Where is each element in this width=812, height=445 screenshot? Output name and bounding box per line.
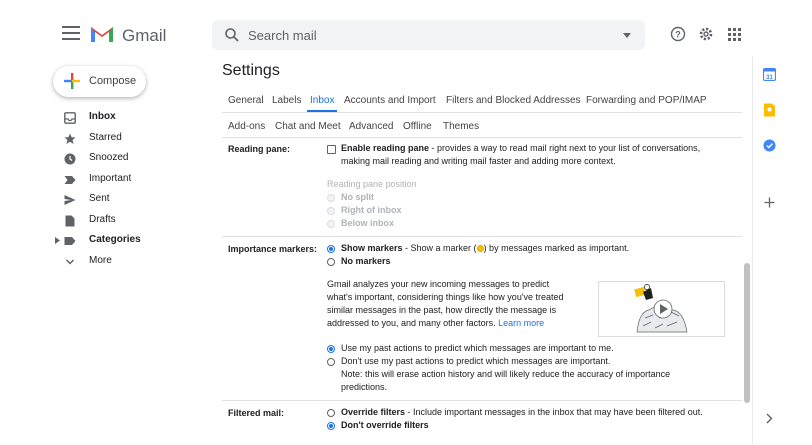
svg-text:?: ? bbox=[675, 30, 681, 40]
no-markers-label: No markers bbox=[341, 256, 391, 266]
right-of-inbox-radio[interactable] bbox=[327, 207, 335, 215]
divider bbox=[222, 400, 742, 401]
chevron-down-icon bbox=[65, 259, 75, 265]
sidebar-item-sent[interactable]: Sent bbox=[56, 191, 206, 209]
sidebar-item-more[interactable]: More bbox=[56, 253, 206, 271]
help-icon[interactable]: ? bbox=[670, 26, 686, 42]
tab-filters-and-blocked-addresses[interactable]: Filters and Blocked Addresses bbox=[446, 95, 581, 106]
dont-use-past-actions-label: Don't use my past actions to predict whi… bbox=[341, 356, 611, 366]
sidebar-item-label: More bbox=[89, 255, 112, 266]
importance-marker-icon bbox=[476, 245, 484, 252]
right-of-inbox-label: Right of inbox bbox=[341, 205, 402, 215]
use-past-actions-radio[interactable] bbox=[327, 345, 335, 353]
calendar-icon[interactable]: 31 bbox=[763, 68, 776, 81]
scrollbar-thumb[interactable] bbox=[744, 263, 750, 403]
tab-labels[interactable]: Labels bbox=[272, 95, 301, 106]
plus-icon bbox=[64, 73, 80, 89]
dont-use-past-actions-radio[interactable] bbox=[327, 358, 335, 366]
compose-label: Compose bbox=[89, 75, 137, 87]
dont-override-filters-label: Don't override filters bbox=[341, 420, 429, 430]
chevron-right-icon[interactable] bbox=[766, 413, 773, 424]
video-illustration-icon bbox=[634, 284, 688, 333]
importance-info-line: Gmail analyzes your new incoming message… bbox=[327, 279, 550, 289]
sidebar-item-label: Drafts bbox=[89, 214, 116, 225]
erase-history-note: Note: this will erase action history and… bbox=[341, 369, 671, 379]
sidebar-item-drafts[interactable]: Drafts bbox=[56, 212, 206, 230]
tab-chat-and-meet[interactable]: Chat and Meet bbox=[275, 121, 341, 132]
importance-video-thumbnail[interactable] bbox=[598, 281, 725, 337]
show-markers-text: Show markers - Show a marker () by messa… bbox=[341, 243, 630, 253]
sidebar-item-label: Snoozed bbox=[89, 152, 129, 163]
no-split-radio[interactable] bbox=[327, 194, 335, 202]
keep-icon[interactable] bbox=[763, 103, 776, 117]
importance-info-line: what's important, considering things lik… bbox=[327, 292, 564, 302]
label-icon bbox=[64, 237, 76, 245]
importance-markers-label: Importance markers: bbox=[228, 244, 318, 254]
no-split-label: No split bbox=[341, 192, 374, 202]
sidebar-item-inbox[interactable]: Inbox bbox=[56, 109, 206, 127]
use-past-actions-label: Use my past actions to predict which mes… bbox=[341, 343, 614, 353]
search-options-icon[interactable] bbox=[623, 33, 631, 38]
tab-general[interactable]: General bbox=[228, 95, 264, 106]
tab-add-ons[interactable]: Add-ons bbox=[228, 121, 265, 132]
star-icon bbox=[64, 133, 76, 144]
sidebar-item-snoozed[interactable]: Snoozed bbox=[56, 150, 206, 168]
expand-arrow-icon[interactable] bbox=[55, 237, 60, 244]
filtered-mail-label: Filtered mail: bbox=[228, 408, 285, 418]
below-inbox-radio[interactable] bbox=[327, 220, 335, 228]
override-filters-text: Override filters - Include important mes… bbox=[341, 407, 703, 417]
show-markers-radio[interactable] bbox=[327, 245, 335, 253]
divider bbox=[222, 137, 742, 138]
search-input[interactable] bbox=[248, 26, 608, 44]
main-menu-icon[interactable] bbox=[62, 26, 80, 40]
app-name: Gmail bbox=[122, 26, 167, 45]
sidebar-item-label: Starred bbox=[89, 132, 122, 143]
enable-reading-pane-checkbox[interactable] bbox=[327, 145, 336, 154]
sidebar-item-label: Sent bbox=[89, 193, 110, 204]
enable-reading-pane-desc: making mail reading and writing mail fas… bbox=[341, 156, 616, 166]
top-bar: Gmail ? bbox=[0, 0, 812, 70]
sidebar-item-label: Categories bbox=[89, 234, 141, 245]
tab-accounts-and-import[interactable]: Accounts and Import bbox=[344, 95, 436, 106]
reading-pane-position-label: Reading pane position bbox=[327, 179, 417, 189]
tab-offline[interactable]: Offline bbox=[403, 121, 432, 132]
inbox-icon bbox=[64, 112, 76, 124]
sidebar-item-label: Inbox bbox=[89, 111, 116, 122]
tab-forwarding-and-pop-imap[interactable]: Forwarding and POP/IMAP bbox=[586, 95, 707, 106]
tab-themes[interactable]: Themes bbox=[443, 121, 479, 132]
send-icon bbox=[64, 195, 76, 205]
erase-history-note: predictions. bbox=[341, 382, 388, 392]
gear-icon[interactable] bbox=[698, 26, 714, 42]
sidebar-item-important[interactable]: Important bbox=[56, 171, 206, 189]
add-icon[interactable] bbox=[764, 197, 775, 208]
important-icon bbox=[64, 176, 76, 184]
reading-pane-label: Reading pane: bbox=[228, 144, 291, 154]
importance-info-line: similar messages in the past, how direct… bbox=[327, 305, 557, 315]
override-filters-radio[interactable] bbox=[327, 409, 335, 417]
tab-inbox[interactable]: Inbox bbox=[310, 95, 334, 106]
sidebar-item-label: Important bbox=[89, 173, 132, 184]
draft-icon bbox=[65, 215, 75, 227]
learn-more-link[interactable]: Learn more bbox=[498, 318, 544, 328]
apps-grid-icon[interactable] bbox=[728, 28, 741, 41]
tasks-icon[interactable] bbox=[763, 139, 776, 152]
page-title: Settings bbox=[222, 62, 280, 79]
sidebar-item-starred[interactable]: Starred bbox=[56, 130, 206, 148]
divider bbox=[222, 236, 742, 237]
below-inbox-label: Below inbox bbox=[341, 218, 395, 228]
divider bbox=[222, 112, 742, 113]
tab-advanced[interactable]: Advanced bbox=[349, 121, 393, 132]
search-bar bbox=[212, 20, 645, 50]
sidebar-item-categories[interactable]: Categories bbox=[55, 232, 206, 250]
gmail-logo-icon[interactable] bbox=[89, 24, 115, 44]
enable-reading-pane-text: Enable reading pane - provides a way to … bbox=[341, 143, 701, 153]
clock-icon bbox=[64, 153, 76, 165]
dont-override-filters-radio[interactable] bbox=[327, 422, 335, 430]
importance-info-line: addressed to you, and many other factors… bbox=[327, 318, 545, 328]
svg-text:31: 31 bbox=[766, 75, 773, 81]
search-icon[interactable] bbox=[224, 27, 240, 43]
no-markers-radio[interactable] bbox=[327, 258, 335, 266]
side-panel bbox=[752, 56, 812, 445]
compose-button[interactable]: Compose bbox=[53, 66, 146, 97]
